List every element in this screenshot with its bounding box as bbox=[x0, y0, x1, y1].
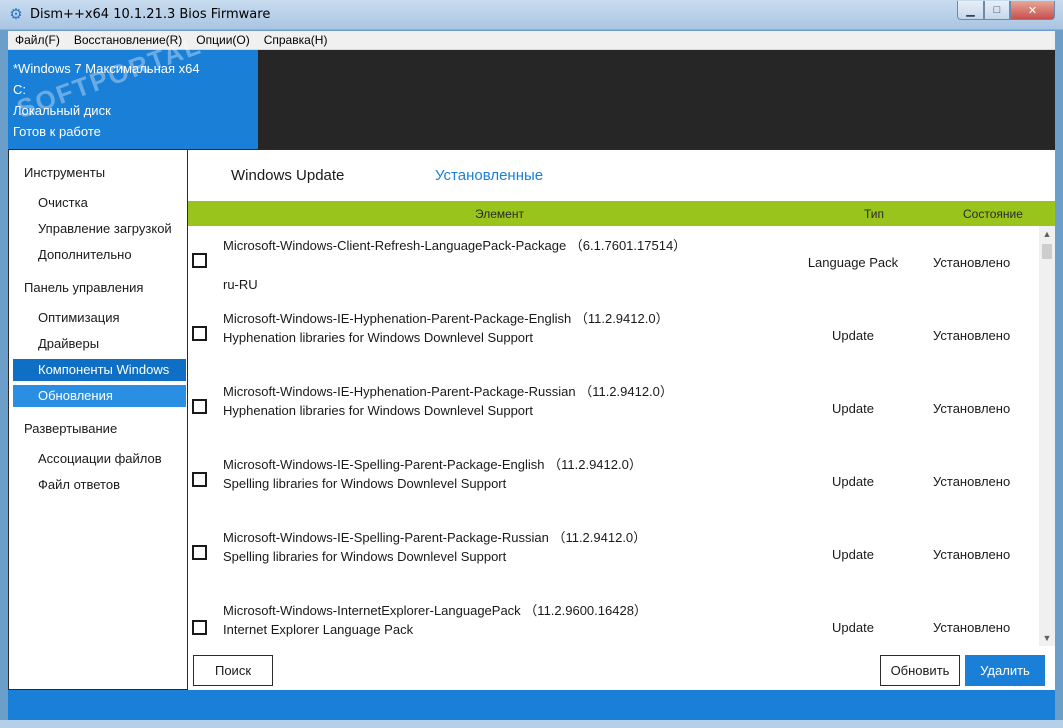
maximize-button[interactable]: □ bbox=[984, 1, 1010, 20]
status-text: Готов к работе bbox=[13, 124, 101, 139]
row-checkbox[interactable] bbox=[192, 253, 207, 268]
package-description: Hyphenation libraries for Windows Downle… bbox=[223, 330, 533, 345]
sidebar-item-updates[interactable]: Обновления bbox=[13, 385, 186, 407]
package-description: Internet Explorer Language Pack bbox=[223, 622, 414, 637]
package-type: Update bbox=[832, 401, 874, 416]
table-row[interactable]: Microsoft-Windows-IE-Hyphenation-Parent-… bbox=[188, 372, 1039, 445]
package-state: Установлено bbox=[933, 401, 1011, 416]
package-description: ru-RU bbox=[223, 277, 258, 292]
main-content: Windows Update Установленные Элемент Тип… bbox=[188, 149, 1055, 690]
scroll-thumb[interactable] bbox=[1042, 244, 1052, 259]
sidebar-group-control-panel: Панель управления bbox=[24, 280, 144, 295]
column-header-element[interactable]: Элемент bbox=[475, 207, 524, 221]
package-type: Update bbox=[832, 328, 874, 343]
package-name: Microsoft-Windows-Client-Refresh-Languag… bbox=[223, 238, 687, 253]
system-info-panel[interactable]: *Windows 7 Максимальная x64 C: Локальный… bbox=[8, 30, 258, 149]
package-name: Microsoft-Windows-IE-Hyphenation-Parent-… bbox=[223, 384, 673, 399]
sidebar-item-answer-file[interactable]: Файл ответов bbox=[13, 474, 186, 496]
sidebar-item-boot-manager[interactable]: Управление загрузкой bbox=[13, 218, 186, 240]
scroll-down-arrow-icon[interactable]: ▼ bbox=[1039, 630, 1055, 646]
package-type: Language Pack bbox=[807, 255, 899, 270]
sidebar-item-advanced[interactable]: Дополнительно bbox=[13, 244, 186, 266]
package-state: Установлено bbox=[933, 474, 1011, 489]
package-type: Update bbox=[832, 474, 874, 489]
window-controls: ▁ □ ✕ bbox=[957, 1, 1055, 20]
client-area: *Windows 7 Максимальная x64 C: Локальный… bbox=[8, 30, 1055, 720]
package-description: Spelling libraries for Windows Downlevel… bbox=[223, 476, 507, 491]
menu-options[interactable]: Опции(O) bbox=[189, 33, 256, 47]
status-bar bbox=[8, 690, 1055, 720]
table-row[interactable]: Microsoft-Windows-IE-Hyphenation-Parent-… bbox=[188, 299, 1039, 372]
disk-type: Локальный диск bbox=[13, 103, 111, 118]
refresh-button[interactable]: Обновить bbox=[880, 655, 960, 686]
sidebar-item-file-associations[interactable]: Ассоциации файлов bbox=[13, 448, 186, 470]
menu-restore[interactable]: Восстановление(R) bbox=[67, 33, 189, 47]
menu-help[interactable]: Справка(H) bbox=[257, 33, 335, 47]
sidebar-item-cleanup[interactable]: Очистка bbox=[13, 192, 186, 214]
column-header-type[interactable]: Тип bbox=[864, 207, 884, 221]
header-dark-panel bbox=[258, 50, 1055, 149]
window-title: Dism++x64 10.1.21.3 Bios Firmware bbox=[30, 7, 271, 22]
sidebar-group-tools: Инструменты bbox=[24, 165, 106, 180]
package-name: Microsoft-Windows-IE-Hyphenation-Parent-… bbox=[223, 311, 669, 326]
package-name: Microsoft-Windows-InternetExplorer-Langu… bbox=[223, 603, 647, 618]
package-name: Microsoft-Windows-IE-Spelling-Parent-Pac… bbox=[223, 457, 642, 472]
package-name: Microsoft-Windows-IE-Spelling-Parent-Pac… bbox=[223, 530, 647, 545]
updates-list: Microsoft-Windows-Client-Refresh-Languag… bbox=[188, 226, 1039, 646]
package-state: Установлено bbox=[933, 328, 1011, 343]
os-name: *Windows 7 Максимальная x64 bbox=[13, 61, 200, 76]
scroll-up-arrow-icon[interactable]: ▲ bbox=[1039, 226, 1055, 242]
sidebar: Инструменты Очистка Управление загрузкой… bbox=[8, 149, 188, 690]
package-type: Update bbox=[832, 547, 874, 562]
package-description: Hyphenation libraries for Windows Downle… bbox=[223, 403, 533, 418]
table-header: Элемент Тип Состояние bbox=[188, 201, 1055, 226]
search-button[interactable]: Поиск bbox=[193, 655, 273, 686]
menu-file[interactable]: Файл(F) bbox=[8, 33, 67, 47]
package-type: Update bbox=[832, 620, 874, 635]
table-row[interactable]: Microsoft-Windows-IE-Spelling-Parent-Pac… bbox=[188, 518, 1039, 591]
minimize-button[interactable]: ▁ bbox=[957, 1, 984, 20]
package-description: Spelling libraries for Windows Downlevel… bbox=[223, 549, 507, 564]
vertical-scrollbar[interactable]: ▲ ▼ bbox=[1039, 226, 1055, 646]
row-checkbox[interactable] bbox=[192, 472, 207, 487]
menu-bar: Файл(F) Восстановление(R) Опции(O) Справ… bbox=[8, 31, 1055, 50]
table-row[interactable]: Microsoft-Windows-Client-Refresh-Languag… bbox=[188, 226, 1039, 299]
row-checkbox[interactable] bbox=[192, 399, 207, 414]
sidebar-item-optimization[interactable]: Оптимизация bbox=[13, 307, 186, 329]
tab-windows-update[interactable]: Windows Update bbox=[231, 167, 344, 184]
row-checkbox[interactable] bbox=[192, 545, 207, 560]
sidebar-item-windows-components[interactable]: Компоненты Windows bbox=[13, 359, 186, 381]
close-button[interactable]: ✕ bbox=[1010, 1, 1055, 20]
table-row[interactable]: Microsoft-Windows-InternetExplorer-Langu… bbox=[188, 591, 1039, 646]
sidebar-item-drivers[interactable]: Драйверы bbox=[13, 333, 186, 355]
drive-letter: C: bbox=[13, 82, 26, 97]
column-header-state[interactable]: Состояние bbox=[963, 207, 1023, 221]
gear-icon: ⚙ bbox=[9, 6, 23, 23]
row-checkbox[interactable] bbox=[192, 620, 207, 635]
package-state: Установлено bbox=[933, 620, 1011, 635]
title-bar: ⚙ Dism++x64 10.1.21.3 Bios Firmware ▁ □ … bbox=[0, 0, 1063, 30]
package-state: Установлено bbox=[933, 255, 1011, 270]
package-state: Установлено bbox=[933, 547, 1011, 562]
tab-installed[interactable]: Установленные bbox=[435, 167, 543, 184]
row-checkbox[interactable] bbox=[192, 326, 207, 341]
sidebar-group-deployment: Развертывание bbox=[24, 421, 118, 436]
table-row[interactable]: Microsoft-Windows-IE-Spelling-Parent-Pac… bbox=[188, 445, 1039, 518]
window-frame-bottom bbox=[0, 720, 1063, 728]
delete-button[interactable]: Удалить bbox=[965, 655, 1045, 686]
